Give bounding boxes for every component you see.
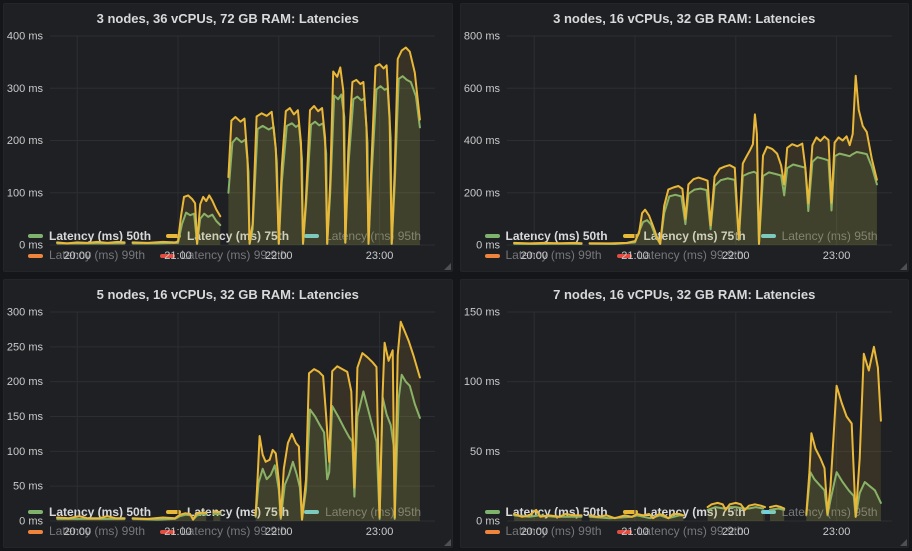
- panel-5nodes-16vcpu: 5 nodes, 16 vCPUs, 32 GB RAM: Latencies …: [3, 279, 453, 548]
- y-axis-tick-label: 0 ms: [476, 516, 500, 528]
- chart-plot-area[interactable]: 20:0021:0022:0023:000 ms100 ms200 ms300 …: [6, 28, 448, 225]
- panel-title[interactable]: 5 nodes, 16 vCPUs, 32 GB RAM: Latencies: [4, 280, 452, 303]
- panel-3nodes-36vcpu: 3 nodes, 36 vCPUs, 72 GB RAM: Latencies …: [3, 3, 453, 272]
- y-axis-tick-label: 600 ms: [463, 83, 500, 95]
- panel-7nodes-16vcpu: 7 nodes, 16 vCPUs, 32 GB RAM: Latencies …: [460, 279, 910, 548]
- x-axis-tick-label: 21:00: [164, 526, 192, 538]
- series-fill-75th: [806, 347, 881, 521]
- x-axis-tick-label: 20:00: [63, 250, 91, 262]
- latency-chart: 20:00 21:00 22:00 23:00 0 ms 200 ms 400 ms 600 …: [463, 28, 905, 264]
- panel-title[interactable]: 3 nodes, 16 vCPUs, 32 GB RAM: Latencies: [461, 4, 909, 27]
- x-axis-tick-label: 23:00: [822, 526, 850, 538]
- x-axis-tick-label: 20:00: [520, 250, 548, 262]
- y-axis-tick-label: 400 ms: [463, 135, 500, 147]
- grafana-dashboard: 3 nodes, 36 vCPUs, 72 GB RAM: Latencies …: [0, 0, 912, 551]
- y-axis-tick-label: 100 ms: [7, 187, 44, 199]
- panel-resize-handle-icon[interactable]: [444, 539, 451, 546]
- x-axis-tick-label: 23:00: [366, 250, 394, 262]
- y-axis-tick-label: 800 ms: [463, 31, 500, 43]
- y-axis-tick-label: 200 ms: [7, 376, 44, 388]
- y-axis-tick-label: 150 ms: [463, 307, 500, 319]
- y-axis-tick-label: 200 ms: [7, 135, 44, 147]
- x-axis-tick-label: 20:00: [520, 526, 548, 538]
- chart-plot-area[interactable]: 20:0021:0022:0023:000 ms50 ms100 ms150 m…: [463, 304, 905, 501]
- y-axis-tick-label: 300 ms: [7, 307, 44, 319]
- panel-3nodes-16vcpu: 3 nodes, 16 vCPUs, 32 GB RAM: Latencies …: [460, 3, 910, 272]
- y-axis-tick-label: 50 ms: [470, 446, 500, 458]
- y-axis-tick-label: 50 ms: [13, 481, 43, 493]
- y-axis-tick-label: 250 ms: [7, 341, 44, 353]
- series-line-75th: [514, 510, 582, 517]
- series-line-75th: [514, 243, 582, 244]
- panel-title[interactable]: 3 nodes, 36 vCPUs, 72 GB RAM: Latencies: [4, 4, 452, 27]
- latency-chart: 20:00 21:00 22:00 23:00 0 ms 50 ms 100 ms 150 m…: [6, 304, 448, 540]
- series-fill-75th: [133, 195, 221, 245]
- latency-chart: 20:00 21:00 22:00 23:00 0 ms 100 ms 200 ms 300 …: [6, 28, 448, 264]
- x-axis-tick-label: 23:00: [822, 250, 850, 262]
- series-line-75th: [57, 516, 125, 518]
- panel-resize-handle-icon[interactable]: [900, 263, 907, 270]
- latency-chart: 20:00 21:00 22:00 23:00 0 ms 50 ms 100 ms 150 m…: [463, 304, 905, 540]
- x-axis-tick-label: 20:00: [63, 526, 91, 538]
- y-axis-tick-label: 0 ms: [476, 240, 500, 252]
- y-axis-tick-label: 0 ms: [19, 240, 43, 252]
- x-axis-tick-label: 21:00: [164, 250, 192, 262]
- y-axis-tick-label: 300 ms: [7, 83, 44, 95]
- series-line-75th: [57, 242, 125, 244]
- y-axis-tick-label: 100 ms: [463, 376, 500, 388]
- y-axis-tick-label: 200 ms: [463, 187, 500, 199]
- x-axis-tick-label: 21:00: [621, 526, 649, 538]
- y-axis-tick-label: 100 ms: [7, 446, 44, 458]
- x-axis-tick-label: 21:00: [621, 250, 649, 262]
- x-axis-tick-label: 22:00: [722, 526, 750, 538]
- panel-title[interactable]: 7 nodes, 16 vCPUs, 32 GB RAM: Latencies: [461, 280, 909, 303]
- x-axis-tick-label: 22:00: [265, 526, 293, 538]
- chart-plot-area[interactable]: 20:0021:0022:0023:000 ms50 ms100 ms150 m…: [6, 304, 448, 501]
- y-axis-tick-label: 0 ms: [19, 516, 43, 528]
- y-axis-tick-label: 400 ms: [7, 31, 44, 43]
- x-axis-tick-label: 22:00: [265, 250, 293, 262]
- chart-plot-area[interactable]: 20:0021:0022:0023:000 ms200 ms400 ms600 …: [463, 28, 905, 225]
- x-axis-tick-label: 22:00: [722, 250, 750, 262]
- panel-resize-handle-icon[interactable]: [900, 539, 907, 546]
- x-axis-tick-label: 23:00: [366, 526, 394, 538]
- y-axis-tick-label: 150 ms: [7, 411, 44, 423]
- series-fill-75th: [213, 512, 220, 521]
- panel-resize-handle-icon[interactable]: [444, 263, 451, 270]
